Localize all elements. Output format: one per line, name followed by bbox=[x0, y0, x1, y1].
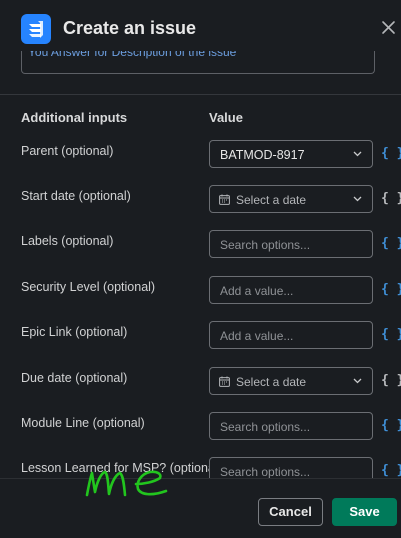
variable-button-parent[interactable]: { } bbox=[381, 146, 401, 161]
calendar-icon bbox=[219, 376, 230, 387]
row-label-security-level: Security Level (optional) bbox=[21, 280, 156, 294]
security-level-placeholder: Add a value... bbox=[220, 284, 294, 298]
close-icon[interactable] bbox=[378, 17, 400, 39]
variable-button-start-date[interactable]: { } bbox=[381, 191, 401, 206]
description-text: You Answer for Description of the issue bbox=[28, 51, 237, 59]
row-label-module-line: Module Line (optional) bbox=[21, 416, 145, 430]
parent-select-value: BATMOD-8917 bbox=[220, 148, 305, 162]
calendar-icon bbox=[219, 194, 230, 205]
column-header-value: Value bbox=[209, 110, 243, 125]
row-label-due-date: Due date (optional) bbox=[21, 371, 128, 385]
module-line-search-input[interactable]: Search options... bbox=[209, 412, 373, 440]
variable-button-lesson-learned[interactable]: { } bbox=[381, 463, 401, 478]
variable-button-module-line[interactable]: { } bbox=[381, 418, 401, 433]
chevron-down-icon bbox=[353, 151, 362, 157]
module-line-placeholder: Search options... bbox=[220, 420, 311, 434]
due-date-placeholder: Select a date bbox=[236, 375, 307, 389]
epic-link-placeholder: Add a value... bbox=[220, 329, 294, 343]
due-date-picker[interactable]: Select a date bbox=[209, 367, 373, 395]
chevron-down-icon bbox=[353, 378, 362, 384]
modal-header: Create an issue bbox=[0, 0, 401, 58]
save-button[interactable]: Save bbox=[332, 498, 397, 526]
lesson-learned-placeholder: Search options... bbox=[220, 465, 311, 479]
chevron-down-icon bbox=[353, 196, 362, 202]
labels-search-input[interactable]: Search options... bbox=[209, 230, 373, 258]
row-label-labels: Labels (optional) bbox=[21, 234, 114, 248]
security-level-input[interactable]: Add a value... bbox=[209, 276, 373, 304]
row-label-epic-link: Epic Link (optional) bbox=[21, 325, 128, 339]
variable-button-security-level[interactable]: { } bbox=[381, 282, 401, 297]
description-field[interactable]: You Answer for Description of the issue bbox=[21, 51, 375, 74]
variable-button-labels[interactable]: { } bbox=[381, 236, 401, 251]
parent-select[interactable]: BATMOD-8917 bbox=[209, 140, 373, 168]
start-date-placeholder: Select a date bbox=[236, 193, 307, 207]
labels-placeholder: Search options... bbox=[220, 238, 311, 252]
variable-button-epic-link[interactable]: { } bbox=[381, 327, 401, 342]
variable-button-due-date[interactable]: { } bbox=[381, 373, 401, 388]
row-label-parent: Parent (optional) bbox=[21, 144, 114, 158]
section-divider bbox=[0, 94, 401, 95]
row-label-start-date: Start date (optional) bbox=[21, 189, 131, 203]
cancel-button[interactable]: Cancel bbox=[258, 498, 323, 526]
epic-link-input[interactable]: Add a value... bbox=[209, 321, 373, 349]
handwritten-annotation bbox=[85, 470, 168, 497]
start-date-picker[interactable]: Select a date bbox=[209, 185, 373, 213]
jira-logo-icon bbox=[21, 14, 51, 44]
modal-title: Create an issue bbox=[63, 18, 197, 38]
column-header-inputs: Additional inputs bbox=[21, 110, 128, 125]
